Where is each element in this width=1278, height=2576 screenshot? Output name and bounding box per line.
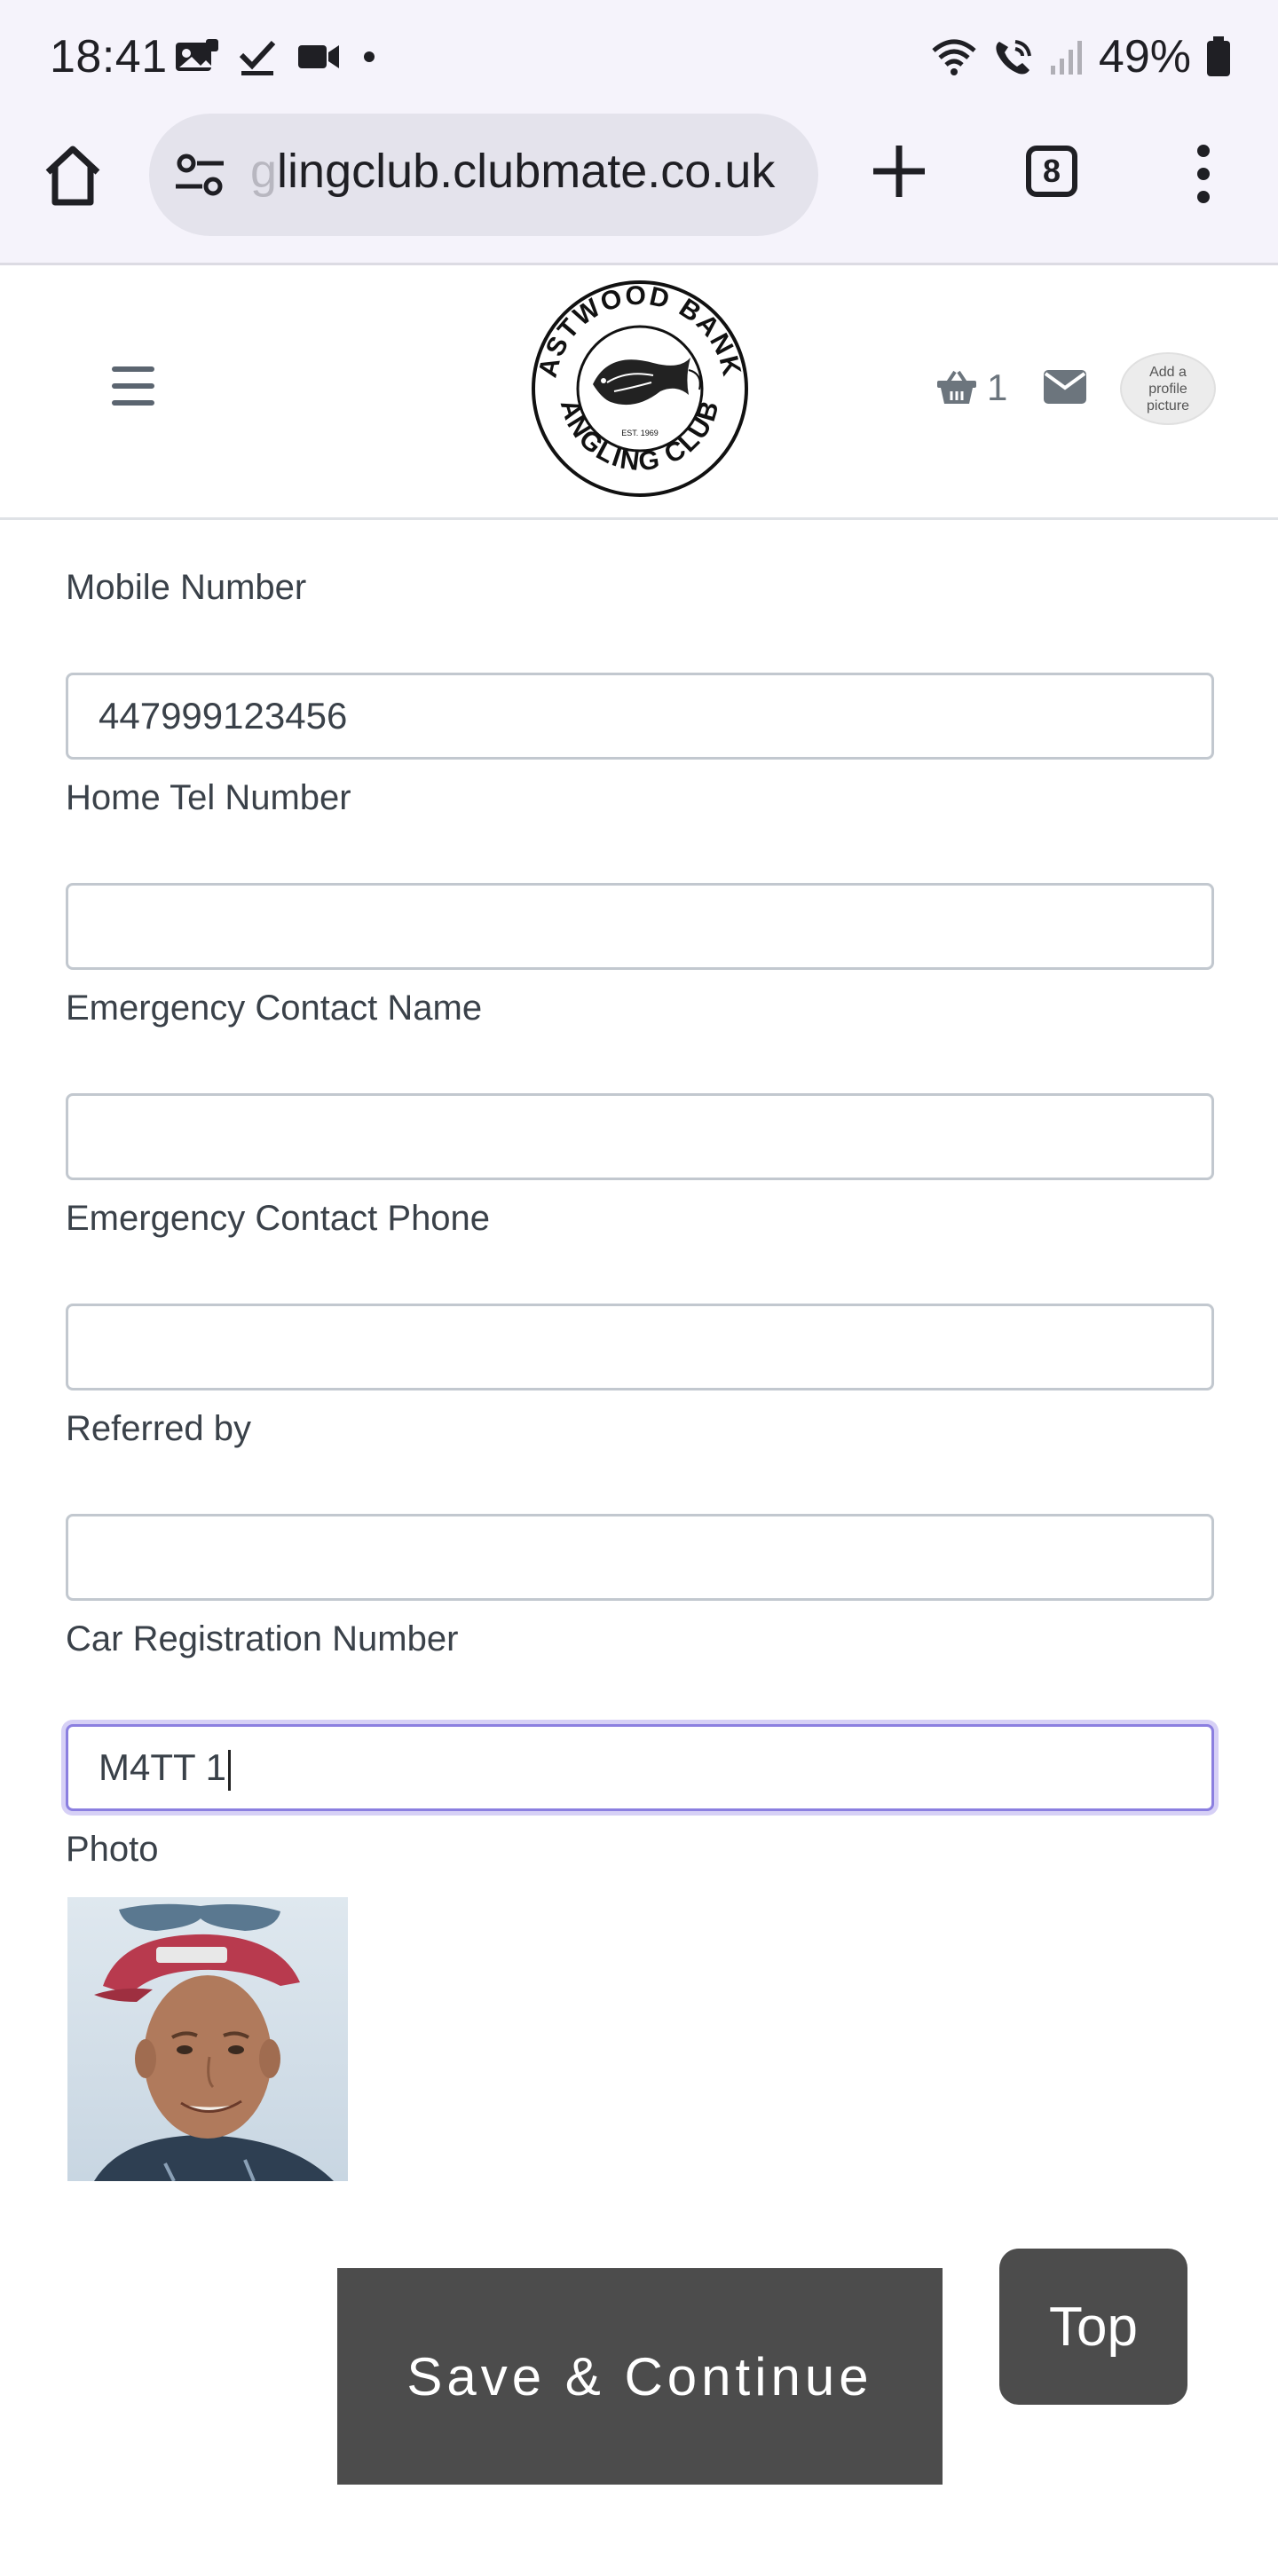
mobile-number-input[interactable]: 447999123456: [66, 673, 1214, 760]
site-header: ASTWOOD BANK ANGLING CLUB EST. 1969 1 Ad…: [0, 265, 1278, 520]
hamburger-menu-icon[interactable]: [112, 366, 154, 406]
car-registration-value: M4TT 1: [99, 1746, 226, 1788]
photo-notification-icon: [176, 39, 218, 71]
battery-percent: 49%: [1098, 31, 1191, 83]
home-tel-input[interactable]: [66, 883, 1214, 970]
emergency-contact-phone-input[interactable]: [66, 1304, 1214, 1390]
avatar[interactable]: Add a profile picture: [1120, 352, 1216, 425]
home-tel-field: Home Tel Number: [66, 778, 1214, 970]
basket-button[interactable]: 1: [935, 366, 1007, 409]
field-label: Mobile Number: [66, 568, 307, 607]
address-bar[interactable]: glingclub.clubmate.co.uk: [149, 114, 818, 236]
new-tab-icon[interactable]: [868, 140, 930, 202]
url-domain: lingclub.clubmate.co.uk: [277, 145, 776, 198]
emergency-contact-phone-field: Emergency Contact Phone: [66, 1199, 1214, 1390]
logo-est: EST. 1969: [621, 429, 659, 437]
text-caret: [227, 1749, 231, 1791]
site-settings-icon[interactable]: [172, 147, 227, 202]
system-icons: 49%: [930, 30, 1232, 83]
status-time: 18:41: [50, 31, 168, 83]
photo-field: Photo: [66, 1830, 1214, 1879]
club-logo[interactable]: ASTWOOD BANK ANGLING CLUB EST. 1969: [529, 278, 751, 500]
member-photo[interactable]: [67, 1897, 348, 2181]
signal-icon: [1050, 41, 1082, 75]
url-text[interactable]: glingclub.clubmate.co.uk: [250, 144, 801, 199]
emergency-contact-name-field: Emergency Contact Name: [66, 989, 1214, 1180]
emergency-contact-name-input[interactable]: [66, 1093, 1214, 1180]
browser-toolbar: glingclub.clubmate.co.uk 8: [0, 114, 1278, 265]
mobile-number-field: Mobile Number 447999123456: [66, 568, 1214, 760]
video-icon: [298, 45, 339, 68]
tab-switcher-button[interactable]: 8: [1026, 146, 1077, 197]
field-label: Home Tel Number: [66, 778, 351, 817]
dot-icon: [364, 51, 375, 62]
mail-icon[interactable]: [1044, 370, 1086, 404]
referred-by-input[interactable]: [66, 1514, 1214, 1601]
check-icon: [239, 40, 276, 75]
wifi-icon: [932, 39, 976, 75]
back-to-top-button[interactable]: Top: [999, 2249, 1187, 2405]
car-registration-input[interactable]: M4TT 1: [66, 1724, 1214, 1811]
field-label: Emergency Contact Phone: [66, 1199, 491, 1238]
basket-icon: [937, 370, 976, 404]
status-bar: 18:41 49%: [0, 0, 1278, 114]
battery-icon: [1207, 36, 1230, 76]
field-label: Referred by: [66, 1409, 251, 1448]
more-menu-icon[interactable]: [1187, 142, 1219, 206]
car-registration-field: Car Registration Number M4TT 1: [66, 1619, 1214, 1811]
photo-label: Photo: [66, 1830, 159, 1869]
basket-count: 1: [987, 366, 1008, 408]
field-label: Emergency Contact Name: [66, 989, 483, 1028]
save-continue-button[interactable]: Save & Continue: [337, 2268, 943, 2485]
notification-icons: [174, 37, 378, 76]
url-faded-prefix: g: [250, 145, 278, 198]
field-label: Car Registration Number: [66, 1619, 459, 1658]
wifi-calling-icon: [996, 40, 1031, 75]
referred-by-field: Referred by: [66, 1409, 1214, 1601]
home-icon[interactable]: [39, 142, 106, 209]
